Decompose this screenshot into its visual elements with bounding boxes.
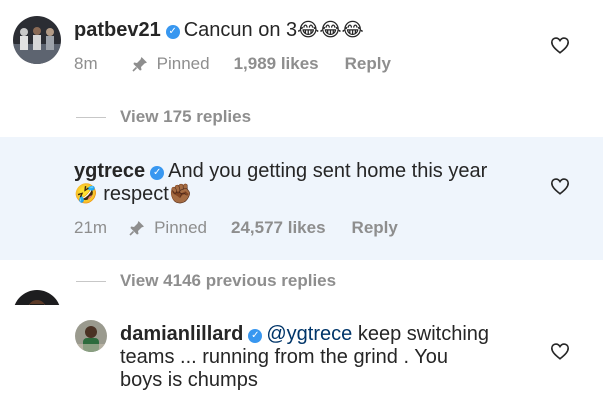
divider-line (76, 116, 106, 118)
username[interactable]: ygtrece (74, 160, 145, 182)
view-replies-link[interactable]: View 175 replies (76, 107, 251, 127)
heart-icon[interactable] (550, 36, 570, 54)
timestamp: 8m (74, 54, 98, 73)
timestamp: 21m (74, 218, 108, 237)
comment-text-line3: boys is chumps (120, 369, 258, 391)
divider-line (76, 280, 106, 282)
raised-fist-emoji-icon: ✊🏾 (168, 183, 193, 205)
rofl-emoji-icon: 🤣 (74, 183, 98, 205)
mention-link[interactable]: @ygtrece (266, 323, 352, 345)
comment-text-line1: keep switching (357, 323, 490, 345)
likes-count[interactable]: 24,577 likes (231, 218, 326, 238)
avatar-patbev21[interactable] (13, 16, 61, 64)
pin-icon (129, 221, 145, 236)
comment-patbev21: patbev21 ✓ Cancun on 3😂😂😂 8m Pinned 1,989 … (0, 0, 603, 100)
reply-button[interactable]: Reply (352, 218, 398, 238)
comment-body: damianlillard ✓ @ygtrece keep switching te… (120, 323, 540, 392)
view-previous-replies-link[interactable]: View 4146 previous replies (76, 271, 336, 291)
likes-count[interactable]: 1,989 likes (234, 54, 319, 74)
comment-text-line2: respect (103, 183, 169, 205)
pinned-label: Pinned (129, 218, 207, 238)
comment-body: ygtrece ✓ And you getting sent home this y… (74, 160, 487, 206)
comment-damianlillard: damianlillard ✓ @ygtrece keep switching te… (0, 305, 603, 403)
reply-button[interactable]: Reply (345, 54, 391, 74)
pin-icon (132, 57, 147, 72)
comment-text: Cancun on 3 (183, 19, 298, 41)
comment-text-line2: teams ... running from the grind . You (120, 346, 448, 368)
laughing-emoji-icon: 😂😂😂 (297, 19, 364, 41)
verified-badge-icon: ✓ (165, 25, 180, 39)
comment-ygtrece: ygtrece ✓ And you getting sent home this y… (0, 137, 603, 338)
pinned-label: Pinned (132, 54, 210, 74)
heart-icon[interactable] (550, 342, 570, 360)
comment-text: And you getting sent home this year (168, 160, 488, 182)
avatar-damianlillard[interactable] (75, 320, 107, 352)
username[interactable]: damianlillard (120, 323, 243, 345)
verified-badge-icon: ✓ (150, 166, 165, 180)
comment-meta: 8m Pinned 1,989 likes Reply (74, 54, 391, 74)
username[interactable]: patbev21 (74, 19, 161, 41)
verified-badge-icon: ✓ (248, 329, 263, 343)
comment-body: patbev21 ✓ Cancun on 3😂😂😂 (74, 19, 364, 42)
heart-icon[interactable] (550, 177, 570, 195)
comment-meta: 21m Pinned 24,577 likes Reply (74, 218, 398, 238)
